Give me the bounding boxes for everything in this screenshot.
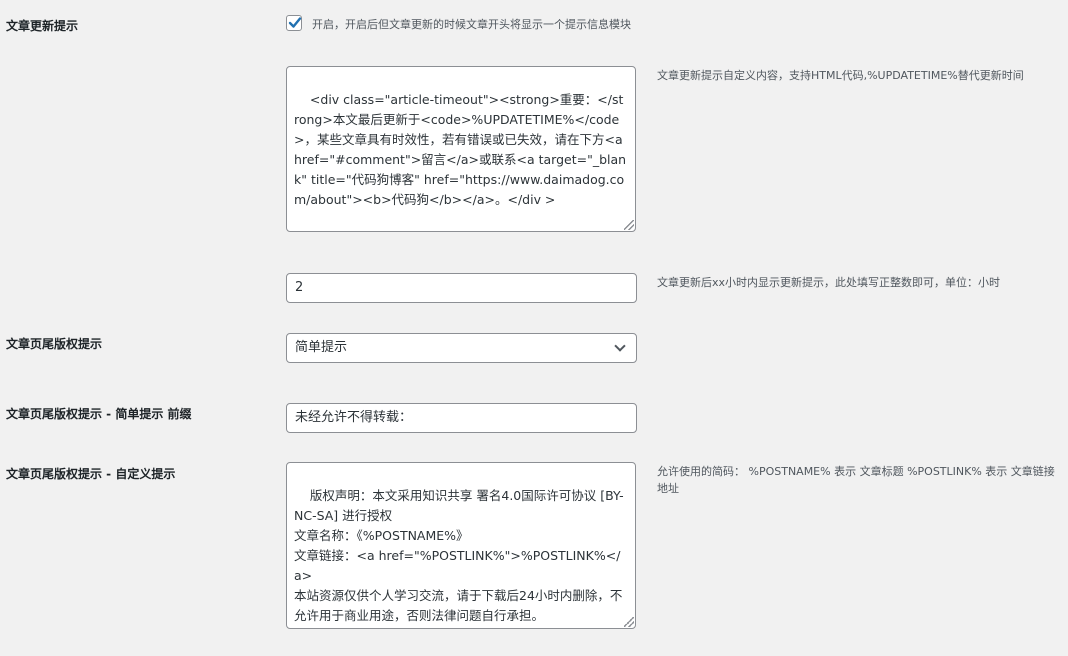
simple-prefix-input[interactable]: 未经允许不得转载： bbox=[286, 403, 637, 433]
footer-copyright-label: 文章页尾版权提示 bbox=[6, 337, 103, 351]
update-notice-content-textarea[interactable]: <div class="article-timeout"><strong>重要：… bbox=[286, 66, 636, 232]
update-notice-content-desc: 文章更新提示自定义内容，支持HTML代码,%UPDATETIME%替代更新时间 bbox=[657, 69, 1024, 82]
simple-prefix-label: 文章页尾版权提示 - 简单提示 前缀 bbox=[6, 407, 192, 421]
custom-copyright-value: 版权声明：本文采用知识共享 署名4.0国际许可协议 [BY-NC-SA] 进行授… bbox=[294, 488, 624, 623]
resize-handle-icon[interactable] bbox=[624, 220, 634, 230]
checkmark-icon bbox=[288, 17, 302, 28]
enable-update-notice-text: 开启，开启后但文章更新的时候文章开头将显示一个提示信息模块 bbox=[312, 18, 631, 31]
update-notice-content-value: <div class="article-timeout"><strong>重要：… bbox=[294, 92, 627, 207]
custom-copyright-label: 文章页尾版权提示 - 自定义提示 bbox=[6, 467, 176, 481]
resize-handle-icon[interactable] bbox=[624, 617, 634, 627]
article-update-notice-label: 文章更新提示 bbox=[6, 19, 79, 33]
custom-copyright-desc: 允许使用的简码： %POSTNAME% 表示 文章标题 %POSTLINK% 表… bbox=[657, 465, 1055, 495]
enable-update-notice-checkbox[interactable] bbox=[286, 15, 302, 31]
footer-copyright-select[interactable]: 简单提示 bbox=[286, 333, 637, 363]
footer-copyright-selected: 简单提示 bbox=[295, 340, 348, 355]
custom-copyright-textarea[interactable]: 版权声明：本文采用知识共享 署名4.0国际许可协议 [BY-NC-SA] 进行授… bbox=[286, 462, 636, 629]
update-notice-hours-desc: 文章更新后xx小时内显示更新提示，此处填写正整数即可，单位：小时 bbox=[657, 276, 1001, 289]
update-notice-hours-input[interactable]: 2 bbox=[286, 273, 637, 303]
chevron-down-icon bbox=[614, 340, 626, 352]
